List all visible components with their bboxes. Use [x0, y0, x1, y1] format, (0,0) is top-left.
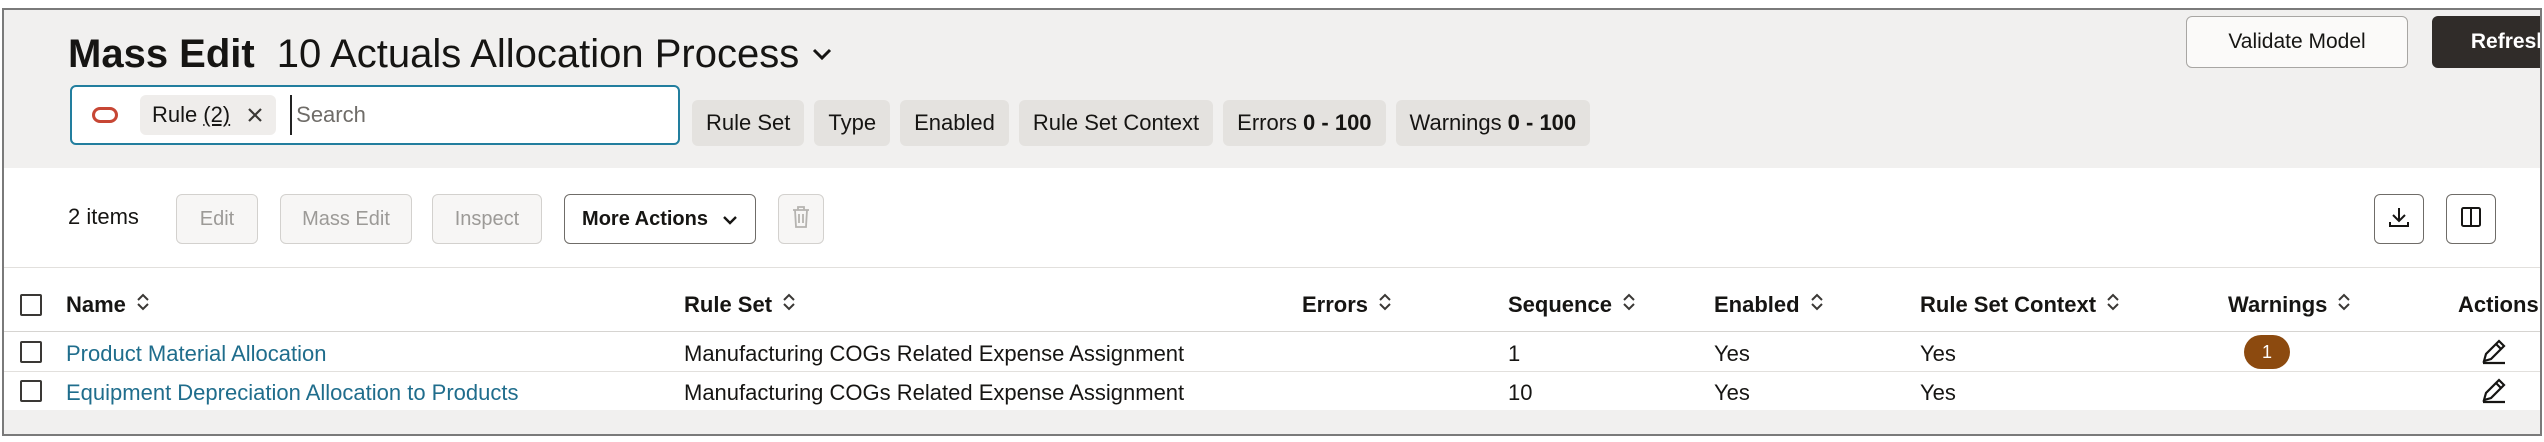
filter-label: Rule Set Context	[1032, 110, 1200, 135]
chevron-down-icon	[722, 208, 738, 231]
enabled-cell: Yes	[1714, 380, 1750, 405]
warnings-badge[interactable]: 1	[2244, 335, 2290, 369]
items-count: 2 items	[68, 204, 139, 229]
filter-label: Errors	[1237, 110, 1298, 135]
columns-icon	[2459, 205, 2483, 234]
column-label: Sequence	[1508, 292, 1612, 317]
column-label: Warnings	[2228, 292, 2328, 317]
search-field[interactable]: Rule (2)	[70, 85, 680, 145]
chevron-down-icon[interactable]	[811, 47, 833, 61]
rule-name-link[interactable]: Equipment Depreciation Allocation to Pro…	[66, 380, 518, 406]
column-header-enabled[interactable]: Enabled	[1714, 292, 1824, 318]
filter-label: Type	[828, 110, 877, 135]
filter-rule-set-context[interactable]: Rule Set Context	[1018, 100, 1214, 146]
table-row[interactable]: Product Material Allocation Manufacturin…	[4, 333, 2540, 372]
inspect-button[interactable]: Inspect	[432, 194, 542, 244]
page-title: Mass Edit	[68, 31, 255, 76]
row-checkbox[interactable]	[20, 341, 42, 363]
table-toolbar: 2 items Edit Mass Edit Inspect More Acti…	[4, 168, 2540, 268]
sort-icon	[2106, 292, 2120, 318]
sort-icon	[136, 292, 150, 318]
table-footer	[4, 410, 2540, 434]
more-actions-label: More Actions	[582, 207, 708, 230]
download-button[interactable]	[2374, 194, 2424, 244]
rule-set-cell: Manufacturing COGs Related Expense Assig…	[684, 341, 1185, 366]
column-header-name[interactable]: Name	[66, 292, 150, 318]
select-all-checkbox[interactable]	[20, 294, 42, 316]
column-header-warnings[interactable]: Warnings	[2228, 292, 2351, 318]
sort-icon	[1378, 292, 1392, 318]
column-header-sequence[interactable]: Sequence	[1508, 292, 1636, 318]
rule-name-link[interactable]: Product Material Allocation	[66, 341, 326, 367]
column-header-rule-set-context[interactable]: Rule Set Context	[1920, 292, 2120, 318]
filter-enabled[interactable]: Enabled	[900, 100, 1009, 146]
validate-model-button[interactable]: Validate Model	[2186, 16, 2408, 68]
filter-warnings[interactable]: Warnings 0 - 100	[1395, 100, 1591, 146]
page-header: Mass Edit 10 Actuals Allocation Process …	[4, 10, 2540, 168]
column-label: Enabled	[1714, 292, 1800, 317]
close-icon[interactable]	[246, 106, 264, 124]
table-header: Name Rule Set Errors Sequence Enabled Ru…	[4, 280, 2540, 332]
filter-label: Rule Set	[706, 110, 791, 135]
filter-bar: Rule Set Type Enabled Rule Set Context E…	[692, 100, 1591, 146]
pencil-icon[interactable]	[2480, 337, 2508, 370]
sort-icon	[782, 292, 796, 318]
context-cell: Yes	[1920, 380, 1956, 405]
filter-range: 0 - 100	[1303, 110, 1372, 135]
filter-chip-rule[interactable]: Rule (2)	[140, 95, 277, 135]
oracle-logo-icon	[92, 107, 118, 123]
column-label: Actions	[2458, 292, 2539, 317]
filter-chip-count: (2)	[203, 102, 231, 127]
column-header-rule-set[interactable]: Rule Set	[684, 292, 796, 318]
sort-icon	[2337, 292, 2351, 318]
filter-errors[interactable]: Errors 0 - 100	[1223, 100, 1386, 146]
trash-icon	[791, 205, 811, 234]
sort-icon	[1810, 292, 1824, 318]
column-header-errors[interactable]: Errors	[1302, 292, 1392, 318]
edit-button[interactable]: Edit	[176, 194, 258, 244]
table-row[interactable]: Equipment Depreciation Allocation to Pro…	[4, 372, 2540, 411]
filter-label: Enabled	[914, 110, 995, 135]
refresh-button[interactable]: Refresh	[2432, 16, 2540, 68]
column-label: Rule Set Context	[1920, 292, 2097, 317]
filter-label: Warnings	[1409, 110, 1502, 135]
download-icon	[2387, 205, 2411, 234]
column-label: Rule Set	[684, 292, 773, 317]
pencil-icon[interactable]	[2480, 376, 2508, 409]
delete-button[interactable]	[778, 194, 824, 244]
sequence-cell: 1	[1508, 341, 1521, 366]
rule-set-cell: Manufacturing COGs Related Expense Assig…	[684, 380, 1185, 405]
more-actions-button[interactable]: More Actions	[564, 194, 756, 244]
filter-rule-set[interactable]: Rule Set	[692, 100, 805, 146]
enabled-cell: Yes	[1714, 341, 1750, 366]
column-header-actions: Actions	[2458, 292, 2539, 318]
filter-chip-label: Rule	[152, 102, 198, 127]
filter-type[interactable]: Type	[814, 100, 891, 146]
row-checkbox[interactable]	[20, 380, 42, 402]
title-row: Mass Edit 10 Actuals Allocation Process	[68, 24, 833, 84]
filter-range: 0 - 100	[1507, 110, 1577, 135]
mass-edit-button[interactable]: Mass Edit	[280, 194, 412, 244]
column-label: Errors	[1302, 292, 1369, 317]
process-selector[interactable]: 10 Actuals Allocation Process	[277, 32, 800, 77]
sequence-cell: 10	[1508, 380, 1533, 405]
context-cell: Yes	[1920, 341, 1956, 366]
sort-icon	[1622, 292, 1636, 318]
column-layout-button[interactable]	[2446, 194, 2496, 244]
column-label: Name	[66, 292, 126, 317]
search-input[interactable]	[290, 95, 621, 135]
app-window: Mass Edit 10 Actuals Allocation Process …	[2, 8, 2542, 436]
